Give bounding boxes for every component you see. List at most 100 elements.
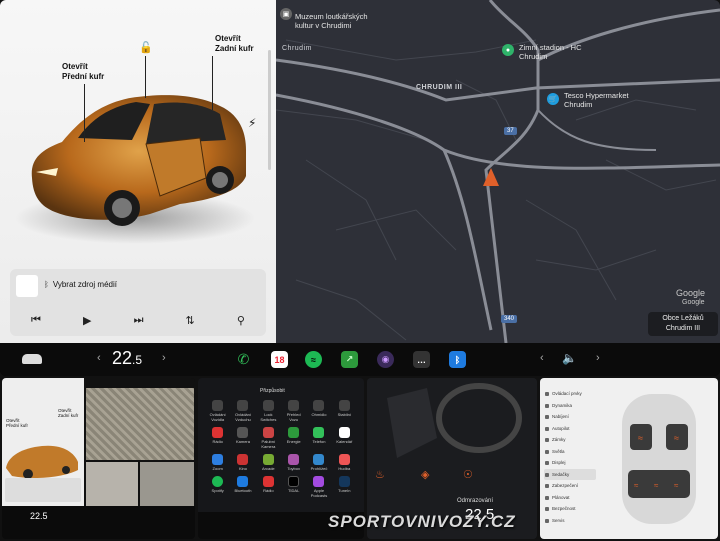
- more-apps-icon[interactable]: …: [413, 351, 430, 368]
- t1-trunk-label[interactable]: Otevřít Zadní kufr: [58, 408, 82, 418]
- t1-frunk-label[interactable]: Otevřít Přední kufr: [6, 418, 32, 428]
- t2-app-label: Palubní Kamera: [261, 439, 276, 449]
- trunk-label-line2: Zadní kufr: [215, 44, 254, 53]
- navigation-arrow-icon: [483, 168, 499, 186]
- calendar-icon[interactable]: 18: [271, 351, 288, 368]
- previous-track-icon[interactable]: ⏮: [31, 314, 41, 327]
- charge-port-icon[interactable]: ⚡: [248, 116, 256, 130]
- t2-app[interactable]: Ohmidlo: [307, 400, 330, 422]
- t2-app[interactable]: Kalendář: [333, 427, 356, 449]
- t2-app[interactable]: Zoom: [206, 454, 229, 471]
- t4-menu-item[interactable]: Dynamika: [544, 400, 596, 412]
- car-icon[interactable]: [22, 354, 42, 364]
- phone-icon[interactable]: ✆: [235, 351, 252, 368]
- t1-camera-rear: [86, 388, 194, 460]
- t1-media-player: [5, 478, 81, 502]
- main-screen: Otevřít Přední kufr Otevřít Zadní kufr 🔓…: [0, 0, 720, 376]
- volume-up-chevron-icon[interactable]: ›: [596, 352, 600, 364]
- energy-app-icon[interactable]: ↗: [341, 351, 358, 368]
- t1-temperature[interactable]: 22.5: [30, 511, 48, 521]
- t2-app[interactable]: Bluetooth: [231, 476, 254, 498]
- t2-app[interactable]: Kamera: [231, 427, 254, 449]
- t2-app[interactable]: Spotify: [206, 476, 229, 498]
- t2-app-label: Lock Switches: [260, 412, 277, 422]
- camera-icon[interactable]: ◉: [377, 351, 394, 368]
- t4-menu-item[interactable]: Světla: [544, 446, 596, 458]
- panel-resize-handle[interactable]: [268, 50, 271, 170]
- bluetooth-app-icon[interactable]: ᛒ: [449, 351, 466, 368]
- t2-app[interactable]: Hudba: [333, 454, 356, 471]
- t2-app[interactable]: Přehled Vozu: [282, 400, 305, 422]
- tesco-label-line1: Tesco Hypermarket: [564, 91, 629, 100]
- map-view[interactable]: ▣ Muzeum loutkářských kultur v Chrudimi …: [276, 0, 720, 343]
- t2-app-label: Zoom: [212, 466, 223, 471]
- t2-app[interactable]: TIDAL: [282, 476, 305, 498]
- frunk-callout[interactable]: Otevřít Přední kufr: [62, 62, 104, 82]
- t4-menu-item[interactable]: Servis: [544, 515, 596, 527]
- spotify-icon[interactable]: ≈: [305, 351, 322, 368]
- temp-up-chevron-icon[interactable]: ›: [162, 352, 166, 364]
- t2-app-label: Ovládání Vzduchu: [234, 412, 251, 422]
- tesco-poi-icon[interactable]: 🛒: [547, 93, 559, 105]
- t3-seat-heat-icon[interactable]: ♨: [375, 468, 385, 481]
- museum-poi-icon[interactable]: ▣: [280, 8, 292, 20]
- unlock-icon[interactable]: 🔓: [139, 41, 153, 54]
- t2-app-label: Rádio: [212, 439, 223, 444]
- temp-down-chevron-icon[interactable]: ‹: [97, 352, 101, 364]
- t2-app[interactable]: Apple Podcasts: [307, 476, 330, 498]
- t2-app[interactable]: Arcade: [257, 454, 280, 471]
- t2-app[interactable]: Lock Switches: [257, 400, 280, 422]
- t4-menu-item[interactable]: Nabíjení: [544, 411, 596, 423]
- t2-app[interactable]: TuneIn: [333, 476, 356, 498]
- t2-app[interactable]: Toybox: [282, 454, 305, 471]
- t3-steering-heat-icon[interactable]: ☉: [463, 468, 473, 481]
- t2-app-label: Ohmidlo: [311, 412, 327, 417]
- volume-down-chevron-icon[interactable]: ‹: [540, 352, 544, 364]
- location-card[interactable]: Obce Ležáků Chrudim III: [648, 312, 718, 336]
- t2-app[interactable]: Telefon: [307, 427, 330, 449]
- t2-app[interactable]: Prohlížeč: [307, 454, 330, 471]
- media-source-label: Vybrat zdroj médií: [52, 280, 117, 289]
- next-track-icon[interactable]: ⏭: [134, 314, 144, 327]
- stadium-poi-icon[interactable]: ●: [502, 44, 514, 56]
- t1-camera-right: [140, 462, 194, 506]
- t2-app[interactable]: Palubní Kamera: [257, 427, 280, 449]
- museum-poi-label[interactable]: Muzeum loutkářských kultur v Chrudimi: [295, 12, 368, 30]
- tesco-poi-label[interactable]: Tesco Hypermarket Chrudim: [564, 91, 629, 109]
- t2-app[interactable]: Energie: [282, 427, 305, 449]
- t2-app-grid: Ovládání Vozidla Ovládání Vzduchu Lock S…: [206, 400, 356, 498]
- cabin-temperature[interactable]: 22.5: [112, 348, 142, 369]
- t4-menu-item[interactable]: Zámky: [544, 434, 596, 446]
- play-icon[interactable]: ▶: [83, 314, 91, 327]
- equalizer-icon[interactable]: ⇅: [186, 314, 195, 327]
- temp-decimal: .5: [132, 353, 143, 367]
- t3-defrost-icon[interactable]: ◈: [421, 468, 429, 481]
- temp-integer: 22: [112, 348, 133, 368]
- search-icon[interactable]: ⚲: [237, 314, 245, 327]
- t4-menu-item[interactable]: Autopilot: [544, 423, 596, 435]
- t4-menu-item[interactable]: Displej: [544, 457, 596, 469]
- t2-app[interactable]: Rádio: [257, 476, 280, 498]
- trunk-callout[interactable]: Otevřít Zadní kufr: [215, 34, 254, 54]
- stadium-poi-label[interactable]: Zimní stadion - HC Chrudim: [519, 43, 582, 61]
- t2-app[interactable]: Stabilní: [333, 400, 356, 422]
- t2-app[interactable]: Ovládání Vzduchu: [231, 400, 254, 422]
- t2-app[interactable]: Kino: [231, 454, 254, 471]
- media-source-selector[interactable]: ᛒ Vybrat zdroj médií: [44, 280, 117, 289]
- t4-menu-item[interactable]: Plánovat: [544, 492, 596, 504]
- museum-label-line2: kultur v Chrudimi: [295, 21, 352, 30]
- t2-app[interactable]: Rádio: [206, 427, 229, 449]
- location-line2: Chrudim III: [665, 325, 701, 332]
- t3-defrost-label: Odmrazování: [457, 498, 494, 504]
- t2-app-label: Rádio: [263, 488, 274, 493]
- t4-menu-item[interactable]: Zabezpečení: [544, 480, 596, 492]
- t4-menu-item[interactable]: Bezpečnost: [544, 503, 596, 515]
- t2-app-label: Kalendář: [336, 439, 353, 444]
- t4-menu-item-active[interactable]: Sedačky: [544, 468, 596, 480]
- t4-seat-map: ≈ ≈ ≈ ≈ ≈: [622, 394, 696, 524]
- t2-app[interactable]: Ovládání Vozidla: [206, 400, 229, 422]
- t2-app-label: Ovládání Vozidla: [209, 412, 226, 422]
- t4-menu-item[interactable]: Ovládací prvky: [544, 388, 596, 400]
- t2-app-label: Spotify: [211, 488, 224, 493]
- volume-icon[interactable]: 🔈: [562, 351, 577, 365]
